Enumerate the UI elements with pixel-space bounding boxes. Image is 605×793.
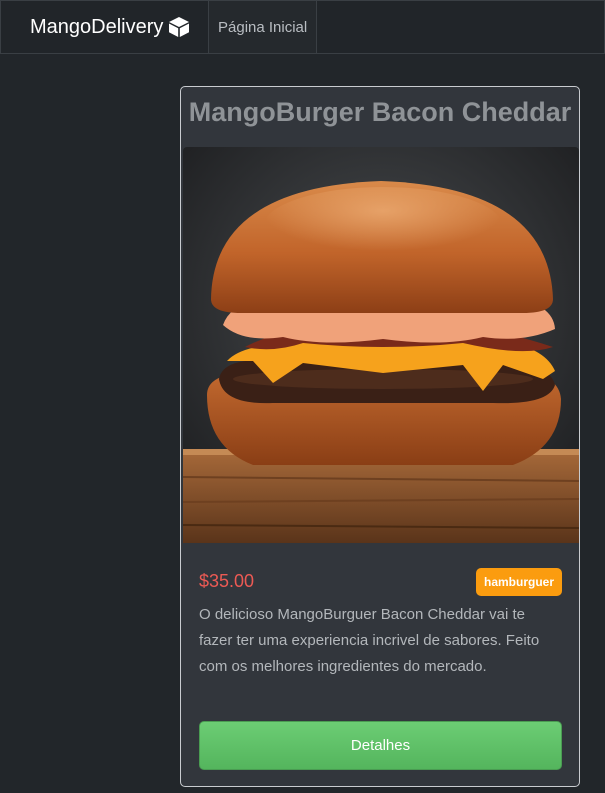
details-button[interactable]: Detalhes bbox=[199, 721, 562, 770]
product-card: MangoBurger Bacon Cheddar $35.00 hamburg… bbox=[180, 86, 580, 787]
product-description: O delicioso MangoBurguer Bacon Cheddar v… bbox=[199, 606, 540, 675]
product-image bbox=[183, 147, 579, 543]
box-icon bbox=[168, 16, 190, 38]
nav-link-home[interactable]: Página Inicial bbox=[209, 1, 318, 53]
product-price: $35.00 bbox=[199, 571, 255, 591]
product-title: MangoBurger Bacon Cheddar bbox=[188, 97, 572, 127]
navbar: MangoDelivery Página Inicial bbox=[0, 0, 605, 54]
brand-name: MangoDelivery bbox=[30, 15, 164, 38]
brand-link[interactable]: MangoDelivery bbox=[1, 1, 209, 53]
category-badge: hamburguer bbox=[476, 568, 562, 596]
